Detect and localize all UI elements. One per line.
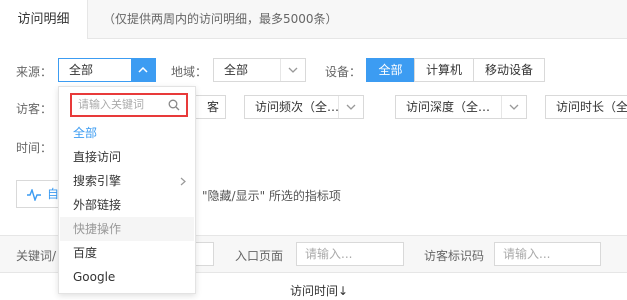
entry-page-placeholder: 请输入... (305, 247, 353, 261)
pulse-icon (27, 189, 41, 201)
chevron-right-icon (180, 177, 186, 186)
visit-duration-value: 访问时长（全 (556, 100, 627, 114)
device-option-computer[interactable]: 计算机 (414, 58, 474, 82)
chevron-down-icon (280, 59, 305, 81)
device-option-mobile[interactable]: 移动设备 (473, 58, 545, 82)
source-value: 全部 (69, 63, 94, 77)
search-icon (168, 99, 180, 111)
source-label: 来源： (16, 65, 53, 79)
device-label: 设备： (325, 65, 362, 79)
visitor-id-placeholder: 请输入... (503, 247, 551, 261)
tab-visit-details[interactable]: 访问明细 (0, 0, 88, 39)
source-dropdown: 请输入关键词 全部 直接访问 搜索引擎 外部链接 快捷操作 百度 Google (58, 86, 196, 294)
dropdown-option-search-engine[interactable]: 搜索引擎 (60, 169, 194, 193)
time-label: 时间： (16, 141, 53, 155)
hint-text: "隐藏/显示" 所选的指标项 (202, 189, 341, 203)
keyword-label: 关键词/ (16, 249, 57, 263)
visit-time-header[interactable]: 访问时间↓ (290, 282, 348, 299)
chevron-down-icon (338, 96, 363, 118)
dropdown-option-search-engine-label: 搜索引擎 (73, 174, 122, 188)
visit-duration-select[interactable]: 访问时长（全 (545, 95, 627, 119)
entry-page-input[interactable]: 请输入... (296, 242, 404, 266)
dropdown-option-direct[interactable]: 直接访问 (60, 145, 194, 169)
region-value: 全部 (224, 63, 249, 77)
visit-depth-value: 访问深度（全… (406, 100, 491, 114)
dropdown-search-input[interactable]: 请输入关键词 (70, 93, 188, 117)
source-select[interactable]: 全部 (58, 58, 156, 82)
visitor-id-label: 访客标识码 (424, 249, 485, 263)
region-select[interactable]: 全部 (213, 58, 306, 82)
tab-bar: 访问明细 （仅提供两周内的访问明细，最多5000条） (0, 0, 627, 39)
dropdown-group-quick-actions: 快捷操作 (60, 217, 194, 241)
chevron-down-icon (501, 96, 526, 118)
tab-note: （仅提供两周内的访问明细，最多5000条） (103, 12, 338, 26)
dropdown-option-external-link[interactable]: 外部链接 (60, 193, 194, 217)
visitor-label: 访客： (16, 102, 53, 116)
visit-frequency-value: 访问频次（全… (255, 100, 340, 114)
entry-page-label: 入口页面 (235, 249, 284, 263)
dropdown-search-placeholder: 请输入关键词 (78, 98, 144, 111)
dropdown-option-all[interactable]: 全部 (60, 121, 194, 145)
visit-frequency-select[interactable]: 访问频次（全… (244, 95, 364, 119)
chevron-up-icon[interactable] (131, 59, 155, 81)
metrics-button[interactable]: 自 (16, 180, 60, 208)
device-option-all[interactable]: 全部 (366, 58, 415, 82)
visitor-id-input[interactable]: 请输入... (494, 242, 601, 266)
region-label: 地域： (171, 65, 208, 79)
dropdown-option-google[interactable]: Google (60, 265, 194, 289)
dropdown-option-baidu[interactable]: 百度 (60, 241, 194, 265)
visit-depth-select[interactable]: 访问深度（全… (395, 95, 527, 119)
